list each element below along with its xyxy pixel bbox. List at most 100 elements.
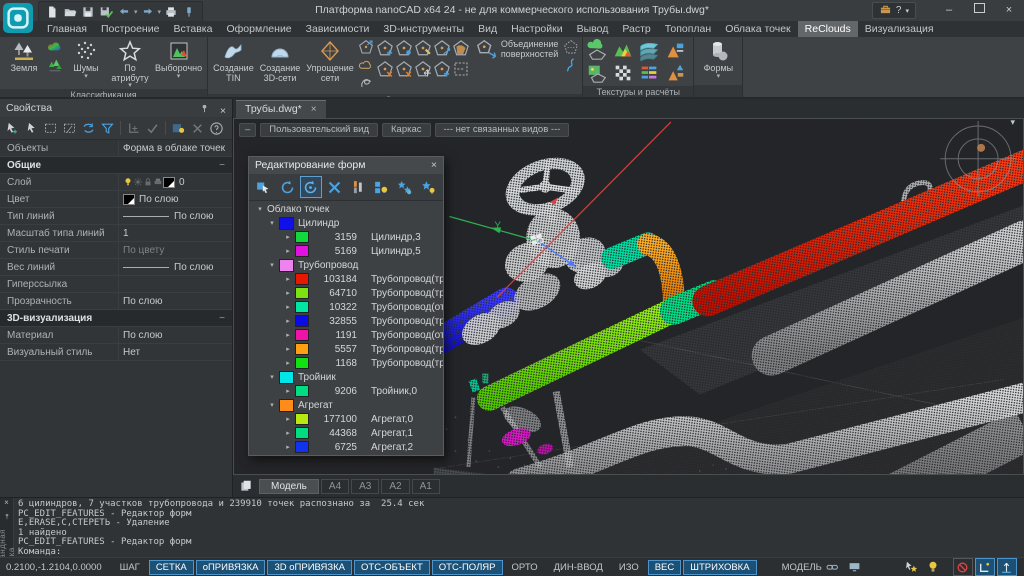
close-icon[interactable]: × [311,101,317,118]
selection-filter-button[interactable] [98,121,117,136]
snap-button[interactable] [124,121,143,136]
layout-tab-A1[interactable]: A1 [412,479,440,494]
pent-plus2-button[interactable] [433,60,452,81]
tex-contour-button[interactable] [638,39,664,62]
redo-button[interactable] [141,5,155,19]
bulb-button[interactable] [923,558,943,576]
help-button[interactable]: ? [896,5,902,16]
item-color-swatch[interactable] [295,315,309,327]
collapse-icon[interactable]: ▸ [283,415,293,423]
ribbon-tab-1[interactable]: Построение [94,21,166,37]
property-value[interactable]: По слою [118,191,232,207]
undo-button[interactable] [117,5,131,19]
viewport[interactable]: Y Z –Пользовательский видКаркас--- нет с… [233,118,1024,475]
apply-button[interactable] [143,121,162,136]
expand-icon[interactable]: ▾ [267,219,277,227]
print-button[interactable] [164,5,178,19]
collapse-icon[interactable]: ▸ [283,429,293,437]
show-groups-button[interactable] [371,176,393,198]
command-line-panel[interactable]: × Командная строка 6 цилиндров, 7 участк… [0,497,1024,557]
close-icon[interactable]: × [220,102,226,120]
ribbon-tab-8[interactable]: Вывод [570,21,616,37]
tree-item[interactable]: ▸10322Трубопровод(отвод),4 [249,300,443,314]
snap-mark-button[interactable] [975,558,995,576]
group-color-swatch[interactable] [279,259,294,272]
toggle-СЕТКА[interactable]: СЕТКА [149,560,194,575]
tex-table-button[interactable] [638,62,664,85]
group-color-swatch[interactable] [279,371,294,384]
expand-icon[interactable]: ▾ [267,261,277,269]
tex-cloud-button[interactable] [586,39,612,62]
pin-icon[interactable] [199,102,210,120]
highlight-button[interactable] [169,121,188,136]
viewport-control-0[interactable]: Пользовательский вид [260,123,378,137]
property-value[interactable]: 1 [118,225,232,241]
collapse-icon[interactable]: ▸ [283,443,293,451]
property-value[interactable]: По цвету [118,242,232,258]
toggle-оПРИВЯЗКА[interactable]: оПРИВЯЗКА [196,560,266,575]
nanocad-logo-icon[interactable] [3,3,33,33]
minimize-button[interactable]: – [934,0,964,21]
ribbon-item-0-4[interactable]: Выборочно▾ [152,38,205,80]
ribbon-tab-10[interactable]: Топоплан [658,21,718,37]
group-color-swatch[interactable] [279,217,294,230]
collapse-icon[interactable]: ▸ [283,289,293,297]
edit-shapes-dialog[interactable]: Редактирование форм × ▾Облако точек▾Цили… [248,156,444,456]
pin-icon[interactable] [3,508,11,526]
pent-move-button[interactable] [414,60,433,81]
property-value[interactable]: Нет [118,344,232,360]
ribbon-item-1-1[interactable]: Создание 3D-сети [257,38,304,83]
collapse-icon[interactable]: ▸ [283,331,293,339]
select-cursor-button[interactable] [22,121,41,136]
item-color-swatch[interactable] [295,329,309,341]
tree-group[interactable]: ▾Трубопровод [249,258,443,272]
cycle-selection-button[interactable] [79,121,98,136]
maximize-button[interactable] [964,0,994,21]
property-value[interactable] [118,276,232,292]
chevron-down-icon[interactable]: ▾ [1010,118,1015,128]
scurve-button[interactable] [563,57,579,75]
minitrees-button[interactable] [47,57,63,75]
tex-ridge-button[interactable] [612,39,638,62]
pent-arrow-button[interactable] [358,39,374,57]
ribbon-tab-9[interactable]: Растр [615,21,657,37]
collapse-icon[interactable]: ▸ [283,303,293,311]
property-value[interactable]: По слою [118,327,232,343]
display-button[interactable] [845,558,865,576]
ribbon-tab-3[interactable]: Оформление [219,21,298,37]
ribbon-tab-12[interactable]: ReClouds [798,21,858,37]
tree-item[interactable]: ▸103184Трубопровод(труба),2 [249,272,443,286]
lock-icon[interactable] [143,177,153,187]
ribbon-tab-13[interactable]: Визуализация [858,21,941,37]
select-crossing-button[interactable] [60,121,79,136]
recognize-button[interactable] [300,176,322,198]
toggle-3D оПРИВЯЗКА[interactable]: 3D оПРИВЯЗКА [267,560,352,575]
help-group[interactable]: ? ▾ [872,2,916,19]
pent-fill-button[interactable] [452,39,471,60]
tree-item[interactable]: ▸5557Трубопровод(труба),7 [249,342,443,356]
toggle-ОТС-ОБЪЕКТ[interactable]: ОТС-ОБЪЕКТ [354,560,430,575]
layout-tab-A3[interactable]: A3 [351,479,379,494]
ribbon-tab-2[interactable]: Вставка [166,21,219,37]
select-append-button[interactable] [3,121,22,136]
link-button[interactable] [823,558,843,576]
expand-icon[interactable]: ▾ [267,401,277,409]
pent-dash-button[interactable] [452,60,471,81]
viewport-control-2[interactable]: --- нет связанных видов --- [435,123,570,137]
split-button[interactable] [347,176,369,198]
tree-item[interactable]: ▸1168Трубопровод(труба),8 [249,356,443,370]
select-window-button[interactable] [41,121,60,136]
open-file-button[interactable] [63,5,77,19]
item-color-swatch[interactable] [295,357,309,369]
expand-icon[interactable]: ▾ [255,205,265,213]
help-button[interactable] [207,121,226,136]
ribbon-item-1-2[interactable]: Упрощение сети [303,38,357,83]
tree-item[interactable]: ▸6725Агрегат,2 [249,440,443,453]
group-color-swatch[interactable] [279,399,294,412]
layout-tab-model[interactable]: Модель [259,479,319,494]
printer-icon[interactable] [153,177,163,187]
close-icon[interactable]: × [4,498,9,508]
ribbon-tab-0[interactable]: Главная [40,21,94,37]
item-color-swatch[interactable] [295,427,309,439]
tree-root[interactable]: ▾Облако точек [249,202,443,216]
